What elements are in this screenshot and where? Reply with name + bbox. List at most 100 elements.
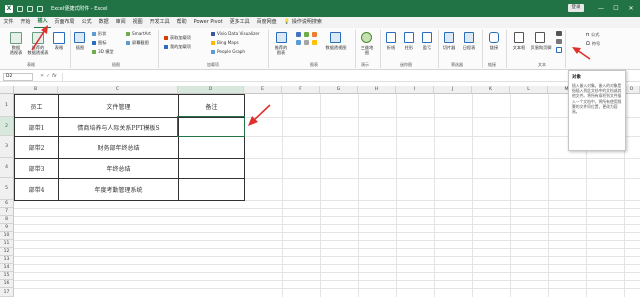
row-header-10[interactable]: 10 [0,232,14,240]
equation-button[interactable]: π 公式 [586,32,599,38]
signature-line-icon[interactable] [556,39,562,44]
tab-power-pivot[interactable]: Power Pivot [190,17,226,28]
pivot-table-button[interactable]: 数据 透视表 [6,45,26,55]
illustrations-button[interactable]: 插图 [72,45,88,51]
row-header-1[interactable]: 1 [0,94,14,117]
visio-button[interactable]: Visio Data Visualizer [211,31,260,36]
column-chart-icon[interactable] [296,32,301,37]
row-header-5[interactable]: 5 [0,178,14,200]
header-footer-button[interactable]: 页眉和页脚 [528,45,554,51]
row-header-14[interactable]: 14 [0,264,14,272]
column-header-h[interactable]: H [358,86,396,94]
row-header-4[interactable]: 4 [0,158,14,178]
maximize-button[interactable]: ☐ [611,4,621,13]
header-footer-icon[interactable] [535,32,545,43]
name-box[interactable]: D2 [3,72,33,81]
line-sparkline-icon[interactable] [386,32,396,43]
tab-view[interactable]: 视图 [129,17,146,28]
row-header-6[interactable]: 6 [0,200,14,208]
timeline-button[interactable]: 日程表 [460,45,478,51]
get-addins-button[interactable]: 获取加载项 [164,35,191,41]
line-chart-icon[interactable] [304,32,309,37]
pivot-chart-button[interactable]: 数据透视图 [322,45,350,51]
close-button[interactable]: ✕ [626,4,636,13]
formula-input[interactable] [62,72,636,81]
pie-chart-icon[interactable] [312,32,317,37]
row-header-11[interactable]: 11 [0,240,14,248]
enter-icon[interactable]: ✓ [46,73,50,79]
column-header-g[interactable]: G [320,86,358,94]
column-header-j[interactable]: J [434,86,472,94]
table-icon[interactable] [53,32,65,44]
table-button[interactable]: 表格 [51,45,67,51]
pivot-table-icon[interactable] [10,32,22,44]
timeline-icon[interactable] [464,32,474,43]
row-header-3[interactable]: 3 [0,136,14,158]
bing-maps-button[interactable]: Bing Maps [211,40,239,45]
3d-models-button[interactable]: 3D 模型 [92,49,114,55]
row-header-17[interactable]: 17 [0,288,14,297]
tell-me-search[interactable]: 💡 操作说明搜索 [280,17,325,28]
slicer-button[interactable]: 切片器 [440,45,458,51]
tab-review[interactable]: 审阅 [112,17,129,28]
column-header-f[interactable]: F [282,86,320,94]
cell-c1[interactable]: 文件管理 [59,95,178,117]
column-sparkline-button[interactable]: 柱形 [401,45,417,51]
row-header-16[interactable]: 16 [0,280,14,288]
recommended-charts-icon[interactable] [276,32,287,43]
column-header-l[interactable]: L [510,86,548,94]
column-header-k[interactable]: K [472,86,510,94]
row-header-15[interactable]: 15 [0,272,14,280]
row-header-8[interactable]: 8 [0,216,14,224]
column-header-o[interactable]: O [624,86,640,94]
insert-function-icon[interactable]: fx [52,73,57,79]
row-header-9[interactable]: 9 [0,224,14,232]
icons-button[interactable]: 图标 [92,40,106,46]
pivot-chart-icon[interactable] [330,32,341,43]
minimize-button[interactable]: — [596,4,606,13]
selected-cell-highlight[interactable] [177,116,245,137]
tab-developer[interactable]: 开发工具 [146,17,173,28]
winloss-sparkline-icon[interactable] [422,32,432,43]
undo-icon[interactable] [37,5,43,12]
bar-chart-icon[interactable] [296,40,301,45]
cancel-icon[interactable]: ✕ [40,73,44,79]
slicer-icon[interactable] [444,32,454,43]
cell-c3[interactable]: 财务部年终总结 [59,137,178,158]
cell-d3[interactable] [179,137,244,158]
row-header-12[interactable]: 12 [0,248,14,256]
tab-file[interactable]: 文件 [0,17,17,28]
cell-b4[interactable]: 部带3 [15,159,58,178]
people-graph-button[interactable]: People Graph [211,49,245,54]
illustrations-icon[interactable] [74,32,85,43]
tab-help[interactable]: 帮助 [173,17,190,28]
wordart-icon[interactable] [556,31,562,36]
winloss-sparkline-button[interactable]: 盈亏 [419,45,435,51]
recommended-charts-button[interactable]: 推荐的 图表 [271,45,291,55]
cell-b3[interactable]: 部带2 [15,137,58,158]
cell-b2[interactable]: 部带1 [15,118,58,136]
cell-c4[interactable]: 年终总结 [59,159,178,178]
autosave-icon[interactable] [17,5,23,12]
cell-c5[interactable]: 年度考勤管理系统 [59,179,178,200]
cell-d4[interactable] [179,159,244,178]
link-icon[interactable] [489,32,499,43]
textbox-button[interactable]: 文本框 [510,45,528,51]
link-button[interactable]: 链接 [485,45,503,51]
textbox-icon[interactable] [514,32,524,43]
column-sparkline-icon[interactable] [404,32,414,43]
smartart-button[interactable]: SmartArt [126,31,151,36]
row-header-7[interactable]: 7 [0,208,14,216]
cell-b1[interactable]: 员工 [15,95,58,117]
row-header-2[interactable]: 2 [0,117,14,136]
cell-c2[interactable]: 情商培养与人际关系PPT模板S [59,118,178,136]
cell-b5[interactable]: 部带4 [15,179,58,200]
column-header-c[interactable]: C [58,86,178,94]
scatter-chart-icon[interactable] [312,40,317,45]
tab-page-layout[interactable]: 页面布局 [51,17,78,28]
cell-d5[interactable] [179,179,244,200]
tab-formulas[interactable]: 公式 [78,17,95,28]
column-header-i[interactable]: I [396,86,434,94]
login-button[interactable]: 登录 [568,4,584,12]
shapes-button[interactable]: 形状 [92,31,106,37]
